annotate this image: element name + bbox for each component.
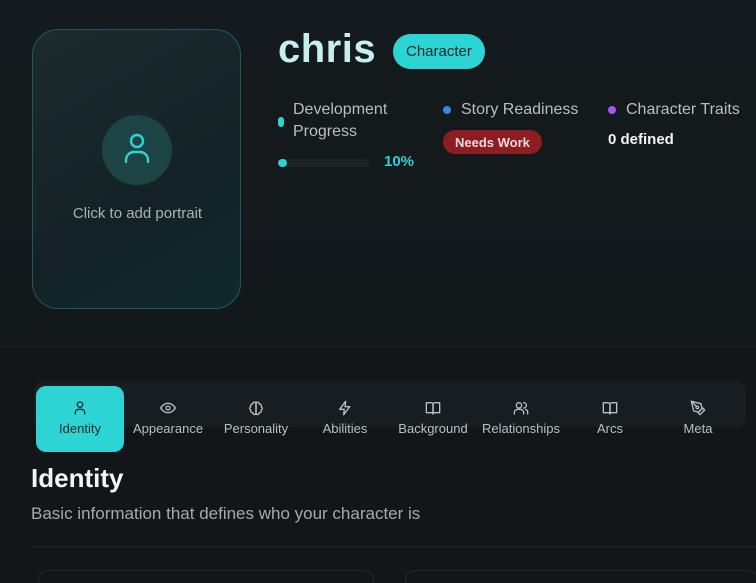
- tab-arcs[interactable]: Arcs: [566, 386, 654, 452]
- book-open-icon: [425, 400, 441, 421]
- tab-appearance[interactable]: Appearance: [124, 386, 212, 452]
- portrait-upload[interactable]: Click to add portrait: [32, 29, 241, 309]
- tab-identity[interactable]: Identity: [36, 386, 124, 452]
- lightning-icon: [337, 400, 353, 421]
- development-progress-label: Development Progress: [293, 101, 388, 140]
- tab-label: Appearance: [132, 421, 204, 436]
- tab-label: Relationships: [481, 421, 561, 436]
- users-icon: [513, 400, 529, 421]
- section-title: Identity: [31, 463, 124, 493]
- pen-tool-icon: [690, 400, 706, 421]
- user-icon: [123, 132, 151, 169]
- tab-relationships[interactable]: Relationships: [477, 386, 565, 452]
- tab-label: Background: [398, 421, 468, 436]
- form-card: [405, 570, 756, 583]
- character-type-badge: Character: [393, 34, 485, 69]
- tab-meta[interactable]: Meta: [654, 386, 742, 452]
- character-traits-label: Character Traits: [626, 101, 740, 118]
- story-status-badge: Needs Work: [443, 130, 542, 154]
- tab-personality[interactable]: Personality: [212, 386, 300, 452]
- development-progress-bar: [278, 159, 370, 167]
- book-open-icon: [602, 400, 618, 421]
- brain-icon: [248, 400, 264, 421]
- header-divider: [0, 346, 756, 347]
- tab-abilities[interactable]: Abilities: [301, 386, 389, 452]
- user-icon: [72, 400, 88, 421]
- story-readiness-dot: [443, 106, 451, 114]
- section-divider: [31, 546, 756, 547]
- development-progress-fill: [278, 159, 288, 167]
- tab-label: Arcs: [597, 421, 623, 436]
- eye-icon: [160, 400, 176, 421]
- tab-label: Identity: [59, 421, 101, 436]
- tab-label: Meta: [683, 421, 713, 436]
- tab-background[interactable]: Background: [389, 386, 477, 452]
- development-dot: [278, 117, 284, 127]
- tab-label: Personality: [223, 421, 289, 436]
- character-traits-count: 0 defined: [608, 131, 674, 148]
- character-traits-dot: [608, 106, 616, 114]
- development-progress-percent: 10%: [384, 153, 415, 170]
- form-card: [38, 570, 374, 583]
- character-name[interactable]: chris: [278, 27, 376, 72]
- portrait-placeholder: [102, 115, 172, 185]
- portrait-label: Click to add portrait: [72, 205, 203, 222]
- section-description: Basic information that defines who your …: [31, 504, 421, 523]
- tab-label: Abilities: [322, 421, 368, 436]
- story-readiness-label: Story Readiness: [461, 101, 579, 118]
